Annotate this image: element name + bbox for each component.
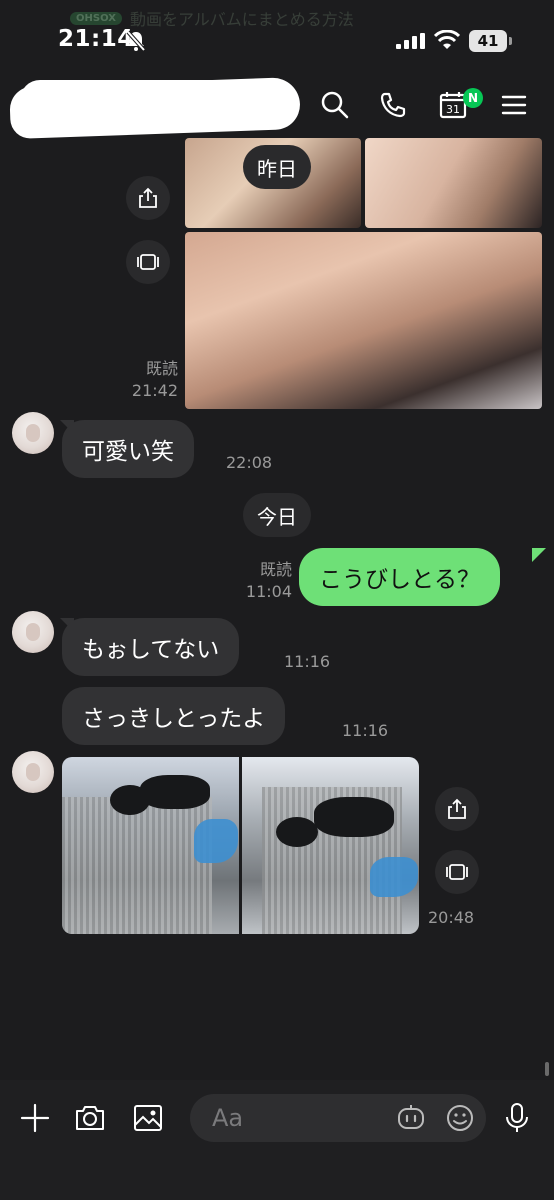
calendar-new-badge: N (463, 88, 483, 108)
menu-button[interactable] (497, 88, 531, 122)
photo-detail (276, 817, 318, 847)
battery-indicator: 41 (469, 30, 507, 52)
outgoing-meta: 既読 11:04 (232, 559, 292, 603)
share-button[interactable] (126, 176, 170, 220)
camera-button[interactable] (70, 1098, 110, 1138)
album-button[interactable] (126, 240, 170, 284)
message-text: こうびしとる？ (319, 567, 480, 593)
photo-detail (194, 819, 238, 863)
album-button[interactable] (435, 850, 479, 894)
read-status: 既読 (145, 359, 178, 378)
avatar[interactable] (12, 412, 54, 454)
gallery-button[interactable] (128, 1098, 168, 1138)
timestamp: 22:08 (226, 453, 273, 472)
menu-icon (501, 95, 527, 115)
avatar-image (26, 763, 40, 781)
timestamp: 20:48 (428, 908, 475, 927)
image-icon (134, 1105, 162, 1131)
avatar-image (26, 424, 40, 442)
message-bubble-outgoing[interactable]: こうびしとる？ (299, 548, 500, 606)
call-button[interactable] (376, 88, 410, 122)
notification-badge: OHSOX (70, 11, 122, 25)
search-button[interactable] (318, 88, 352, 122)
calendar-day: 31 (446, 103, 460, 116)
avatar-image (26, 623, 40, 641)
share-icon (139, 187, 157, 208)
share-button[interactable] (435, 787, 479, 831)
photo-thumbnail[interactable] (185, 232, 542, 409)
signal-icon (396, 33, 425, 49)
emoji-icon[interactable] (446, 1104, 474, 1132)
avatar[interactable] (12, 751, 54, 793)
scroll-indicator (545, 1062, 549, 1076)
timestamp: 21:42 (131, 381, 178, 400)
photos-meta: 既読 21:42 (118, 358, 178, 402)
date-separator-today: 今日 (243, 493, 311, 537)
bell-off-icon (126, 30, 146, 52)
message-text: 可愛い笑 (82, 439, 174, 465)
bubble-tail (532, 548, 546, 562)
date-separator-yesterday: 昨日 (243, 145, 311, 189)
read-status: 既読 (259, 560, 292, 579)
photo-thumbnail[interactable] (242, 757, 419, 934)
notification-banner[interactable]: OHSOX 動画をアルバムにまとめる方法 (70, 8, 354, 29)
message-bubble-incoming[interactable]: もぉしてない (62, 618, 240, 676)
voice-button[interactable] (497, 1098, 537, 1138)
wifi-icon (434, 30, 460, 49)
chat-screen: OHSOX 動画をアルバムにまとめる方法 21:14 41 31 N 昨日 既読… (0, 0, 554, 1200)
plus-icon (20, 1103, 50, 1133)
album-icon (137, 254, 159, 270)
search-icon (321, 91, 349, 119)
photo-thumbnail[interactable] (62, 757, 239, 934)
photo-detail (314, 797, 394, 837)
add-button[interactable] (15, 1098, 55, 1138)
photo-thumbnail[interactable] (365, 138, 542, 228)
camera-icon (76, 1106, 104, 1130)
phone-icon (380, 92, 406, 118)
message-input[interactable] (212, 1102, 382, 1134)
photo-detail (140, 775, 210, 809)
message-field-container (190, 1094, 486, 1142)
battery-tip (509, 37, 512, 45)
message-input-bar (0, 1080, 554, 1200)
timestamp: 11:16 (342, 721, 389, 740)
avatar[interactable] (12, 611, 54, 653)
sticker-icon[interactable] (396, 1104, 426, 1132)
timestamp: 11:16 (284, 652, 331, 671)
timestamp: 11:04 (245, 582, 292, 601)
photo-detail (62, 797, 212, 934)
message-text: さっきしとったよ (82, 706, 266, 732)
album-icon (446, 864, 468, 880)
share-icon (448, 798, 466, 819)
message-bubble-incoming[interactable]: さっきしとったよ (62, 687, 286, 745)
clock: 21:14 (58, 26, 134, 52)
message-bubble-incoming[interactable]: 可愛い笑 (62, 420, 194, 478)
message-text: もぉしてない (82, 637, 220, 663)
photo-detail (370, 857, 418, 897)
notification-text: 動画をアルバムにまとめる方法 (129, 10, 354, 29)
redacted-contact-name-overlay (20, 80, 280, 120)
microphone-icon (506, 1103, 528, 1132)
